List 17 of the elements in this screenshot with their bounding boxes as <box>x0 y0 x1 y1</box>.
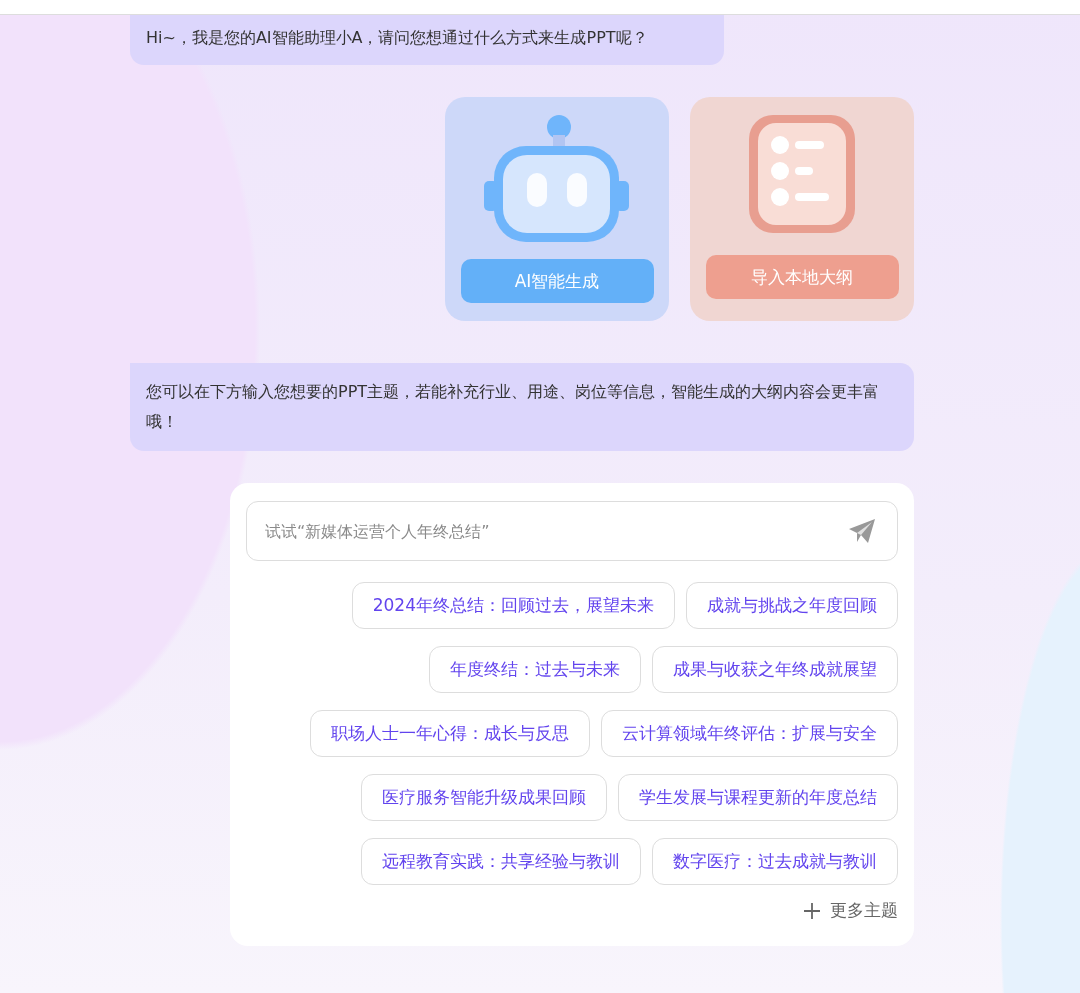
chat-message: 您可以在下方输入您想要的PPT主题，若能补充行业、用途、岗位等信息，智能生成的大纲内容会更丰富哦！ <box>130 363 914 451</box>
topic-chip[interactable]: 2024年终总结：回顾过去，展望未来 <box>351 582 675 629</box>
robot-icon <box>484 115 630 245</box>
topic-chip[interactable]: 学生发展与课程更新的年度总结 <box>618 774 898 821</box>
topic-chip[interactable]: 数字医疗：过去成就与教训 <box>652 838 898 885</box>
topic-chip[interactable]: 成果与收获之年终成就展望 <box>652 646 898 693</box>
topic-chip[interactable]: 云计算领域年终评估：扩展与安全 <box>601 710 898 757</box>
topic-chip[interactable]: 年度终结：过去与未来 <box>429 646 641 693</box>
topic-chip[interactable]: 成就与挑战之年度回顾 <box>686 582 898 629</box>
send-icon[interactable] <box>848 518 876 544</box>
topic-chip[interactable]: 医疗服务智能升级成果回顾 <box>361 774 607 821</box>
chat-message: Hi~，我是您的AI智能助理小A，请问您想通过什么方式来生成PPT呢？ <box>130 15 724 65</box>
topic-chip[interactable]: 远程教育实践：共享经验与教训 <box>361 838 641 885</box>
topic-input-field[interactable]: 试试“新媒体运营个人年终总结” <box>246 501 898 561</box>
topic-chip[interactable]: 职场人士一年心得：成长与反思 <box>310 710 590 757</box>
plus-icon <box>804 902 820 919</box>
more-topics-link[interactable]: 更多主题 <box>804 899 898 922</box>
